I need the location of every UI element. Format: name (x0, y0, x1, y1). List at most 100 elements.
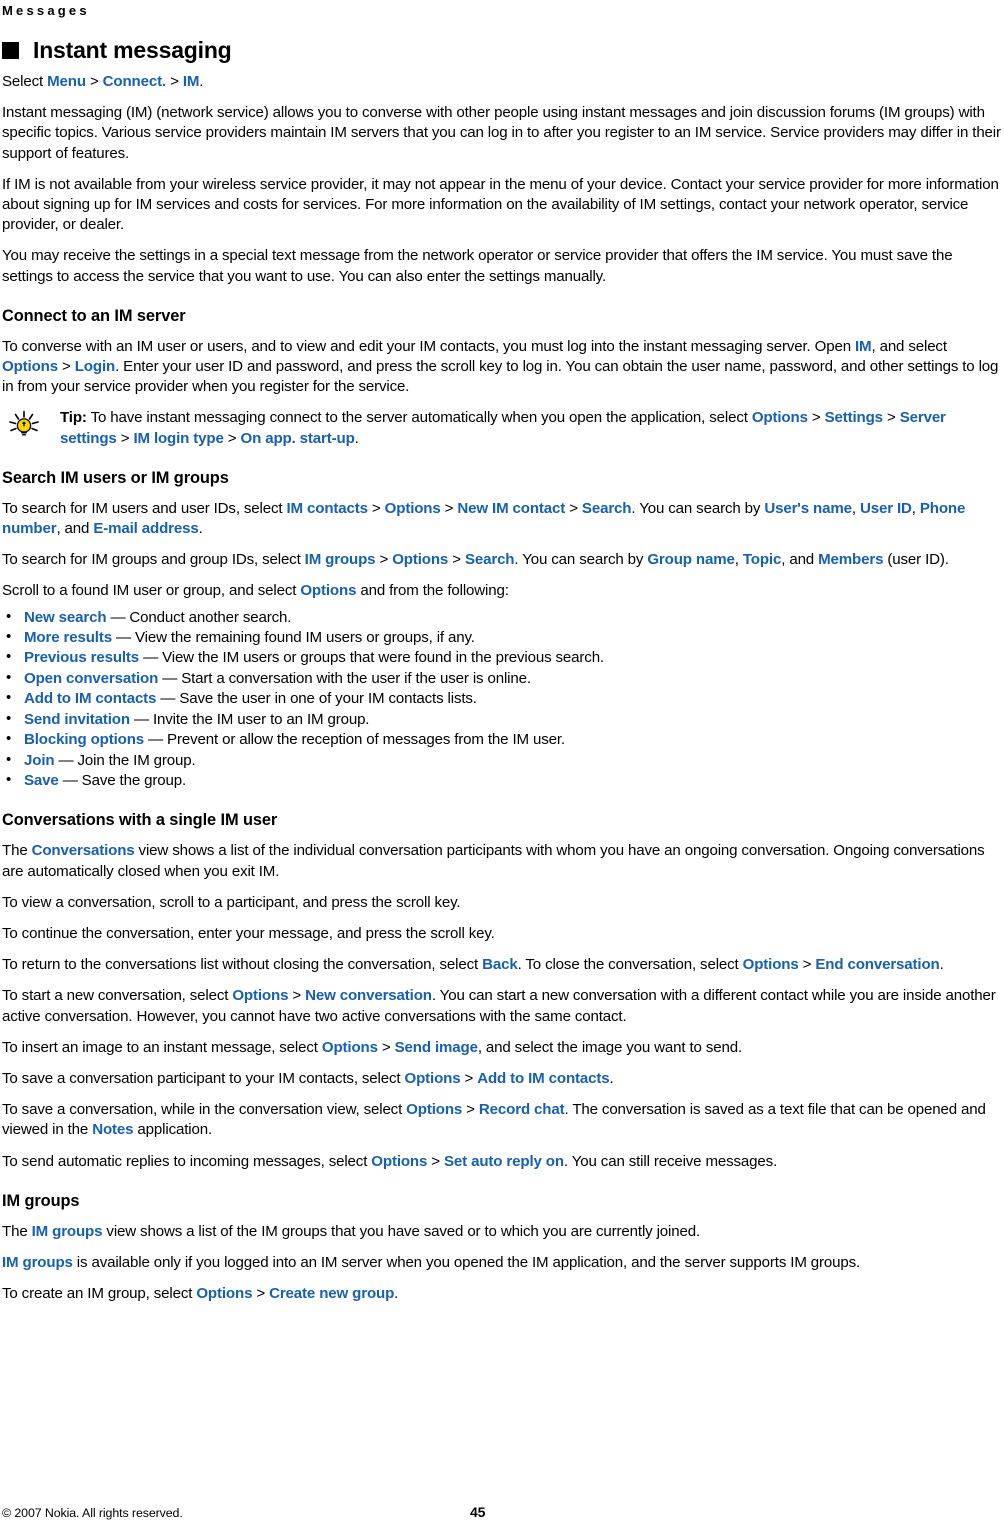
path-separator: > (427, 1152, 445, 1170)
conv1-text-a: The (2, 842, 32, 860)
option-label[interactable]: Send invitation (24, 711, 130, 728)
send-image-link[interactable]: Send image (395, 1039, 478, 1056)
options-link[interactable]: Options (743, 956, 799, 973)
path-separator: > (882, 409, 900, 427)
trailing-period: . (939, 956, 944, 974)
option-desc: — Invite the IM user to an IM group. (129, 710, 370, 728)
chapter-title-text: Instant messaging (33, 37, 232, 63)
user-id-link[interactable]: User ID (860, 500, 912, 517)
on-app-startup-link[interactable]: On app. start-up (241, 430, 355, 447)
search-link[interactable]: Search (465, 551, 515, 568)
img3-text-a: To create an IM group, select (2, 1285, 197, 1303)
and-text: , and (56, 520, 94, 538)
group-name-link[interactable]: Group name (647, 551, 735, 568)
option-label[interactable]: Blocking options (24, 731, 144, 748)
notes-link[interactable]: Notes (92, 1121, 133, 1138)
options-link[interactable]: Options (300, 582, 356, 599)
options-link[interactable]: Options (232, 987, 288, 1004)
section-heading-connect: Connect to an IM server (2, 306, 186, 325)
conv9-text-a: To send automatic replies to incoming me… (2, 1152, 372, 1170)
option-desc: — Start a conversation with the user if … (158, 669, 531, 687)
comma: , (851, 499, 860, 517)
conversations-link[interactable]: Conversations (32, 842, 135, 859)
users-name-link[interactable]: User's name (764, 500, 852, 517)
im-link[interactable]: IM (855, 338, 872, 355)
section-heading-search: Search IM users or IM groups (2, 468, 229, 487)
im-groups-link[interactable]: IM groups (305, 551, 376, 568)
path-separator: > (807, 409, 825, 427)
options-link[interactable]: Options (385, 500, 441, 517)
options-link[interactable]: Options (371, 1153, 427, 1170)
im-groups-link[interactable]: IM groups (32, 1223, 103, 1240)
trailing-period: . (354, 429, 359, 447)
img1-text-a: The (2, 1222, 32, 1240)
option-desc: — Join the IM group. (54, 751, 196, 769)
imgroups-paragraph-3: To create an IM group, select Options > … (2, 1284, 1002, 1304)
copyright-notice: © 2007 Nokia. All rights reserved. (2, 1506, 183, 1520)
topic-link[interactable]: Topic (743, 551, 782, 568)
new-im-contact-link[interactable]: New IM contact (457, 500, 565, 517)
select-lead: Select (2, 73, 48, 90)
path-separator: > (223, 429, 241, 447)
members-link[interactable]: Members (818, 551, 883, 568)
and-text: , and (781, 551, 819, 569)
path-separator: > (462, 1101, 479, 1119)
img2-text-a: is available only if you logged into an … (72, 1253, 861, 1271)
path-separator: > (440, 499, 458, 517)
end-conversation-link[interactable]: End conversation (815, 956, 939, 973)
conv6-text-a: To insert an image to an instant message… (2, 1038, 322, 1056)
im-contacts-link[interactable]: IM contacts (287, 500, 369, 517)
im-login-type-link[interactable]: IM login type (133, 430, 223, 447)
list-item: Blocking options — Prevent or allow the … (2, 729, 1004, 750)
tip-label: Tip: (60, 409, 87, 427)
option-label[interactable]: New search (24, 609, 107, 626)
option-label[interactable]: More results (24, 629, 112, 646)
connect-link[interactable]: Connect. (103, 73, 167, 90)
search-text-b: . You can search by (631, 499, 765, 517)
option-label[interactable]: Add to IM contacts (24, 690, 156, 707)
conversations-paragraph-9: To send automatic replies to incoming me… (2, 1152, 1002, 1172)
back-link[interactable]: Back (482, 956, 518, 973)
conversations-paragraph-7: To save a conversation participant to yo… (2, 1069, 1002, 1089)
tip-text: Tip: To have instant messaging connect t… (46, 408, 1004, 448)
list-item: Send invitation — Invite the IM user to … (2, 709, 1004, 730)
intro-paragraph-3: You may receive the settings in a specia… (2, 247, 953, 285)
options-link[interactable]: Options (196, 1285, 252, 1302)
search3-text-a: Scroll to a found IM user or group, and … (2, 582, 301, 600)
option-label[interactable]: Open conversation (24, 670, 158, 687)
search-link[interactable]: Search (582, 500, 632, 517)
options-link[interactable]: Options (392, 551, 448, 568)
record-chat-link[interactable]: Record chat (479, 1101, 565, 1118)
connect-text-b: , and select (871, 337, 947, 355)
options-link[interactable]: Options (752, 409, 808, 426)
conversations-paragraph-6: To insert an image to an instant message… (2, 1038, 1002, 1058)
im-groups-link[interactable]: IM groups (2, 1254, 73, 1271)
chapter-square-icon (2, 42, 19, 59)
path-separator: > (565, 499, 582, 517)
email-address-link[interactable]: E-mail address (93, 520, 198, 537)
option-label[interactable]: Previous results (24, 649, 139, 666)
option-label[interactable]: Save (24, 772, 59, 789)
option-label[interactable]: Join (24, 752, 55, 769)
options-link[interactable]: Options (322, 1039, 378, 1056)
im-link[interactable]: IM (183, 73, 200, 90)
intro-paragraph-2: If IM is not available from your wireles… (2, 175, 999, 234)
settings-link[interactable]: Settings (825, 409, 883, 426)
option-desc: — Save the group. (58, 771, 187, 789)
select-path-line: Select Menu > Connect. > IM. (2, 72, 1002, 92)
set-auto-reply-on-link[interactable]: Set auto reply on (444, 1153, 564, 1170)
new-conversation-link[interactable]: New conversation (305, 987, 432, 1004)
options-link[interactable]: Options (2, 358, 58, 375)
conversations-paragraph-1: The Conversations view shows a list of t… (2, 841, 1002, 881)
search2-text-c: (user ID). (883, 551, 949, 569)
create-new-group-link[interactable]: Create new group (269, 1285, 394, 1302)
path-separator: > (460, 1069, 478, 1087)
login-link[interactable]: Login (75, 358, 115, 375)
list-item: Add to IM contacts — Save the user in on… (2, 688, 1004, 709)
options-link[interactable]: Options (404, 1070, 460, 1087)
add-to-im-contacts-link[interactable]: Add to IM contacts (477, 1070, 609, 1087)
conv7-text-a: To save a conversation participant to yo… (2, 1069, 405, 1087)
conversations-paragraph-8: To save a conversation, while in the con… (2, 1100, 1002, 1140)
options-link[interactable]: Options (406, 1101, 462, 1118)
menu-link[interactable]: Menu (47, 73, 86, 90)
